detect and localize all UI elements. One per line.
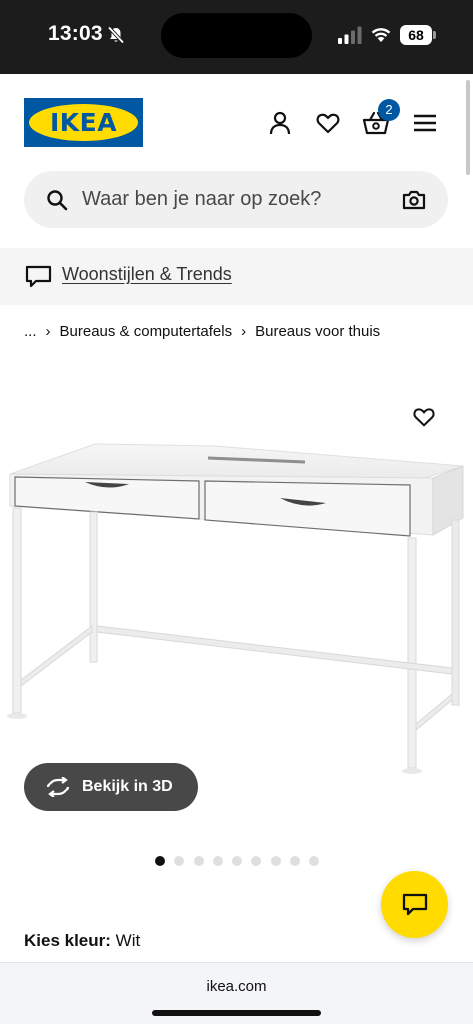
cart-count-badge: 2 bbox=[378, 99, 400, 121]
carousel-dot-5[interactable] bbox=[232, 856, 243, 866]
ikea-logo[interactable]: IKEA bbox=[24, 98, 143, 147]
view-in-3d-label: Bekijk in 3D bbox=[82, 778, 173, 795]
heart-icon[interactable] bbox=[315, 110, 341, 136]
color-selector: Kies kleur: Wit bbox=[24, 931, 140, 951]
home-indicator[interactable] bbox=[152, 1010, 321, 1016]
carousel-dot-9[interactable] bbox=[309, 856, 320, 866]
carousel-dot-6[interactable] bbox=[251, 856, 262, 866]
camera-icon[interactable] bbox=[402, 189, 426, 211]
menu-icon[interactable] bbox=[412, 110, 438, 136]
logo-ellipse: IKEA bbox=[29, 104, 138, 141]
wishlist-heart-icon[interactable] bbox=[412, 405, 436, 429]
color-value: Wit bbox=[115, 931, 141, 950]
chevron-right-icon: › bbox=[241, 322, 247, 340]
bell-mute-icon bbox=[107, 26, 125, 44]
user-icon[interactable] bbox=[267, 110, 293, 136]
carousel-dot-3[interactable] bbox=[193, 856, 204, 866]
url-text[interactable]: ikea.com bbox=[0, 978, 473, 995]
carousel-dot-1[interactable] bbox=[155, 856, 165, 866]
battery-icon: 68 bbox=[400, 25, 432, 45]
dynamic-island bbox=[161, 13, 312, 58]
battery-tip bbox=[433, 31, 436, 39]
breadcrumb-ellipsis[interactable]: ... bbox=[24, 323, 37, 340]
speech-bubble-icon bbox=[25, 265, 52, 288]
view-in-3d-button[interactable]: Bekijk in 3D bbox=[24, 763, 198, 811]
carousel-dot-4[interactable] bbox=[212, 856, 223, 866]
rotate-3d-icon bbox=[46, 777, 70, 797]
carousel-dot-7[interactable] bbox=[270, 856, 281, 866]
breadcrumb-item-current[interactable]: Bureaus voor thuis bbox=[255, 323, 380, 340]
chat-icon bbox=[402, 893, 427, 915]
breadcrumb: ... › Bureaus & computertafels › Bureaus… bbox=[24, 321, 380, 341]
breadcrumb-item-bureaus[interactable]: Bureaus & computertafels bbox=[60, 323, 233, 340]
color-label: Kies kleur: bbox=[24, 931, 111, 950]
carousel-dot-8[interactable] bbox=[290, 856, 301, 866]
scrollbar[interactable] bbox=[466, 80, 470, 175]
browser-address-bar[interactable]: ikea.com bbox=[0, 962, 473, 1024]
site-header: IKEA 2 bbox=[0, 74, 473, 170]
chat-button[interactable] bbox=[381, 871, 448, 938]
chevron-right-icon: › bbox=[45, 322, 51, 340]
status-bar: 13:03 68 bbox=[0, 0, 473, 74]
search-bar[interactable] bbox=[24, 171, 448, 228]
product-image-desk[interactable] bbox=[0, 430, 473, 780]
wifi-icon bbox=[371, 28, 391, 42]
search-icon[interactable] bbox=[46, 189, 68, 211]
logo-text: IKEA bbox=[49, 108, 118, 137]
status-time: 13:03 bbox=[48, 22, 103, 45]
carousel-dot-2[interactable] bbox=[174, 856, 185, 866]
signal-icon bbox=[338, 26, 362, 44]
search-input[interactable] bbox=[82, 171, 382, 228]
trends-link[interactable]: Woonstijlen & Trends bbox=[62, 264, 232, 285]
image-carousel-dots bbox=[155, 856, 329, 866]
inspiration-banner[interactable]: Woonstijlen & Trends bbox=[0, 248, 473, 305]
